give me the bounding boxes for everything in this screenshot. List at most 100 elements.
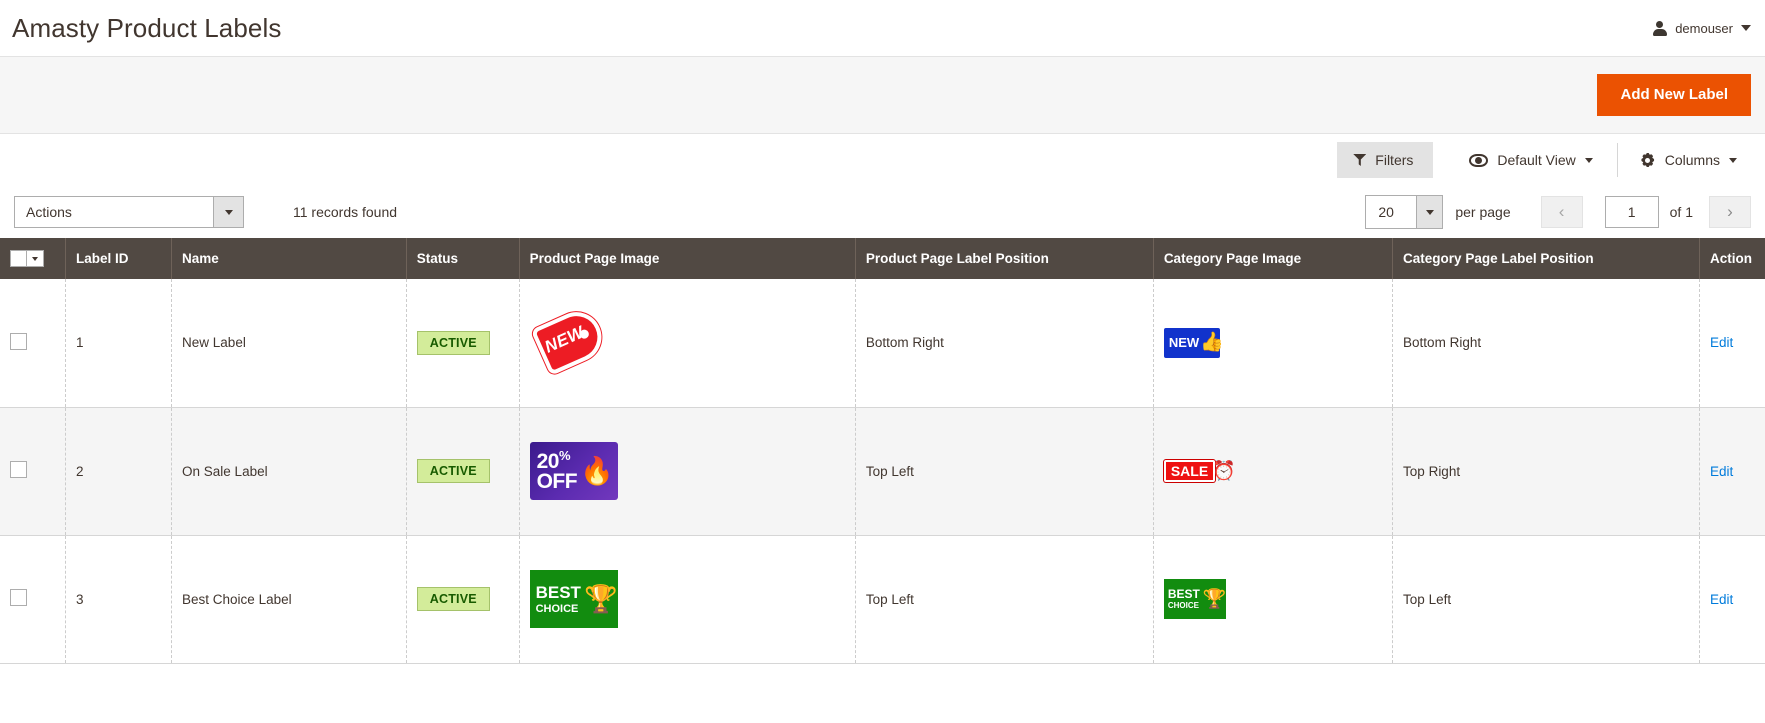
status-badge: ACTIVE <box>416 330 490 355</box>
chevron-down-icon <box>1425 209 1434 215</box>
trophy-icon: 🏆 <box>583 583 618 614</box>
cell-name: New Label <box>171 279 407 408</box>
row-select-cell[interactable] <box>0 407 66 536</box>
cell-name: Best Choice Label <box>171 535 407 664</box>
cell-product-page-label-position: Top Left <box>855 535 1154 664</box>
total-pages-label: of 1 <box>1669 204 1693 220</box>
cell-label-id: 1 <box>65 279 173 408</box>
page-number-input[interactable]: 1 <box>1604 196 1659 228</box>
thumbs-up-icon: 👍 <box>1200 332 1224 354</box>
best-choice-text: BEST CHOICE <box>1168 588 1200 610</box>
chevron-down-icon <box>1729 157 1737 163</box>
filters-button[interactable]: Filters <box>1337 142 1434 178</box>
table-row[interactable]: 3 Best Choice Label ACTIVE BEST CHOICE 🏆… <box>0 535 1765 664</box>
cell-product-page-label-position: Bottom Right <box>855 279 1154 408</box>
cell-category-page-image: BEST CHOICE 🏆 <box>1153 535 1394 664</box>
edit-link[interactable]: Edit <box>1710 335 1733 350</box>
sale-label-image: SALE ⏰ <box>1163 457 1236 485</box>
per-page-label: per page <box>1455 204 1511 220</box>
column-header-status[interactable]: Status <box>406 238 520 279</box>
records-found-text: 11 records found <box>293 204 398 220</box>
edit-link[interactable]: Edit <box>1710 592 1733 607</box>
user-menu[interactable]: demouser <box>1652 20 1751 36</box>
cell-action[interactable]: Edit <box>1699 535 1765 664</box>
cell-label-id: 3 <box>65 535 173 664</box>
cell-category-page-image: SALE ⏰ <box>1153 407 1394 536</box>
row-checkbox[interactable] <box>10 461 27 478</box>
chevron-right-icon: › <box>1727 202 1733 221</box>
choice-text: CHOICE <box>535 602 579 615</box>
alarm-clock-icon: ⏰ <box>1212 460 1236 482</box>
edit-link[interactable]: Edit <box>1710 464 1733 479</box>
grid-header-row: Label ID Name Status Product Page Image … <box>0 238 1765 279</box>
cell-category-page-image: NEW 👍 <box>1153 279 1394 408</box>
grid-body: 1 New Label ACTIVE NEW Bottom Right NEW … <box>0 279 1765 664</box>
next-page-button[interactable]: › <box>1709 196 1751 228</box>
column-header-product-page-label-position[interactable]: Product Page Label Position <box>855 238 1154 279</box>
row-select-cell[interactable] <box>0 279 66 408</box>
table-row[interactable]: 2 On Sale Label ACTIVE 20% OFF 🔥 Top Lef… <box>0 407 1765 536</box>
chevron-down-icon <box>224 209 233 215</box>
off-percent-text: 20% OFF <box>536 449 578 493</box>
columns-dropdown[interactable]: Columns <box>1616 143 1751 177</box>
cell-category-page-label-position: Top Left <box>1392 535 1700 664</box>
row-select-cell[interactable] <box>0 535 66 664</box>
pagination: 20 per page ‹ 1 of 1 › <box>1365 195 1751 229</box>
user-name: demouser <box>1675 20 1733 36</box>
grid-header: Label ID Name Status Product Page Image … <box>0 238 1765 279</box>
mass-actions-select[interactable]: Actions <box>14 196 244 228</box>
row-checkbox[interactable] <box>10 589 27 606</box>
gear-icon <box>1640 152 1656 168</box>
cell-action[interactable]: Edit <box>1699 407 1765 536</box>
best-choice-text: BEST CHOICE <box>536 584 581 615</box>
cell-status: ACTIVE <box>406 279 520 408</box>
previous-page-button[interactable]: ‹ <box>1540 196 1583 228</box>
column-header-category-page-image[interactable]: Category Page Image <box>1153 238 1394 279</box>
column-header-name[interactable]: Name <box>171 238 407 279</box>
cell-status: ACTIVE <box>406 535 520 664</box>
best-text: BEST <box>535 582 581 602</box>
new-blue-text: NEW <box>1168 335 1200 351</box>
column-header-select-all[interactable] <box>0 238 66 279</box>
table-row[interactable]: 1 New Label ACTIVE NEW Bottom Right NEW … <box>0 279 1765 408</box>
off-word: OFF <box>536 470 578 493</box>
fire-icon: 🔥 <box>580 455 614 486</box>
columns-label: Columns <box>1664 152 1720 168</box>
choice-text: CHOICE <box>1167 601 1199 610</box>
grid-toolbar-bottom: Actions 11 records found 20 per page ‹ 1… <box>0 186 1765 238</box>
chevron-down-icon <box>1584 157 1593 163</box>
cell-product-page-image: NEW <box>519 279 856 408</box>
select-all-dropdown[interactable] <box>27 250 44 267</box>
cell-product-page-label-position: Top Left <box>855 407 1154 536</box>
select-all-control[interactable] <box>10 250 55 267</box>
cell-action[interactable]: Edit <box>1699 279 1765 408</box>
chevron-down-icon <box>32 256 38 261</box>
eye-icon <box>1469 153 1489 167</box>
column-header-label-id[interactable]: Label ID <box>65 238 173 279</box>
chevron-down-icon <box>1741 25 1751 31</box>
filters-label: Filters <box>1375 152 1414 168</box>
mass-actions-arrow[interactable] <box>213 197 243 227</box>
column-header-category-page-label-position[interactable]: Category Page Label Position <box>1392 238 1700 279</box>
select-all-checkbox[interactable] <box>10 250 27 267</box>
grid-toolbar-top: Filters Default View Columns <box>0 134 1765 186</box>
status-badge: ACTIVE <box>416 587 490 611</box>
new-tag-label-image: NEW <box>530 303 618 379</box>
best-choice-label-image: BEST CHOICE 🏆 <box>529 570 618 628</box>
cell-category-page-label-position: Bottom Right <box>1392 279 1700 408</box>
20-percent-off-label-image: 20% OFF 🔥 <box>529 442 618 500</box>
funnel-icon <box>1353 154 1367 166</box>
best-text: BEST <box>1167 587 1200 601</box>
labels-data-grid: Label ID Name Status Product Page Image … <box>0 238 1765 664</box>
per-page-arrow[interactable] <box>1416 196 1443 228</box>
column-header-product-page-image[interactable]: Product Page Image <box>519 238 856 279</box>
sale-text: SALE <box>1163 460 1216 482</box>
cell-category-page-label-position: Top Right <box>1392 407 1700 536</box>
per-page-select[interactable]: 20 <box>1365 195 1444 229</box>
new-blue-label-image: NEW 👍 <box>1163 327 1224 358</box>
default-view-dropdown[interactable]: Default View <box>1455 143 1606 177</box>
page-header: Amasty Product Labels demouser <box>0 0 1765 56</box>
default-view-label: Default View <box>1497 152 1576 168</box>
row-checkbox[interactable] <box>10 332 27 350</box>
add-new-label-button[interactable]: Add New Label <box>1597 73 1751 117</box>
